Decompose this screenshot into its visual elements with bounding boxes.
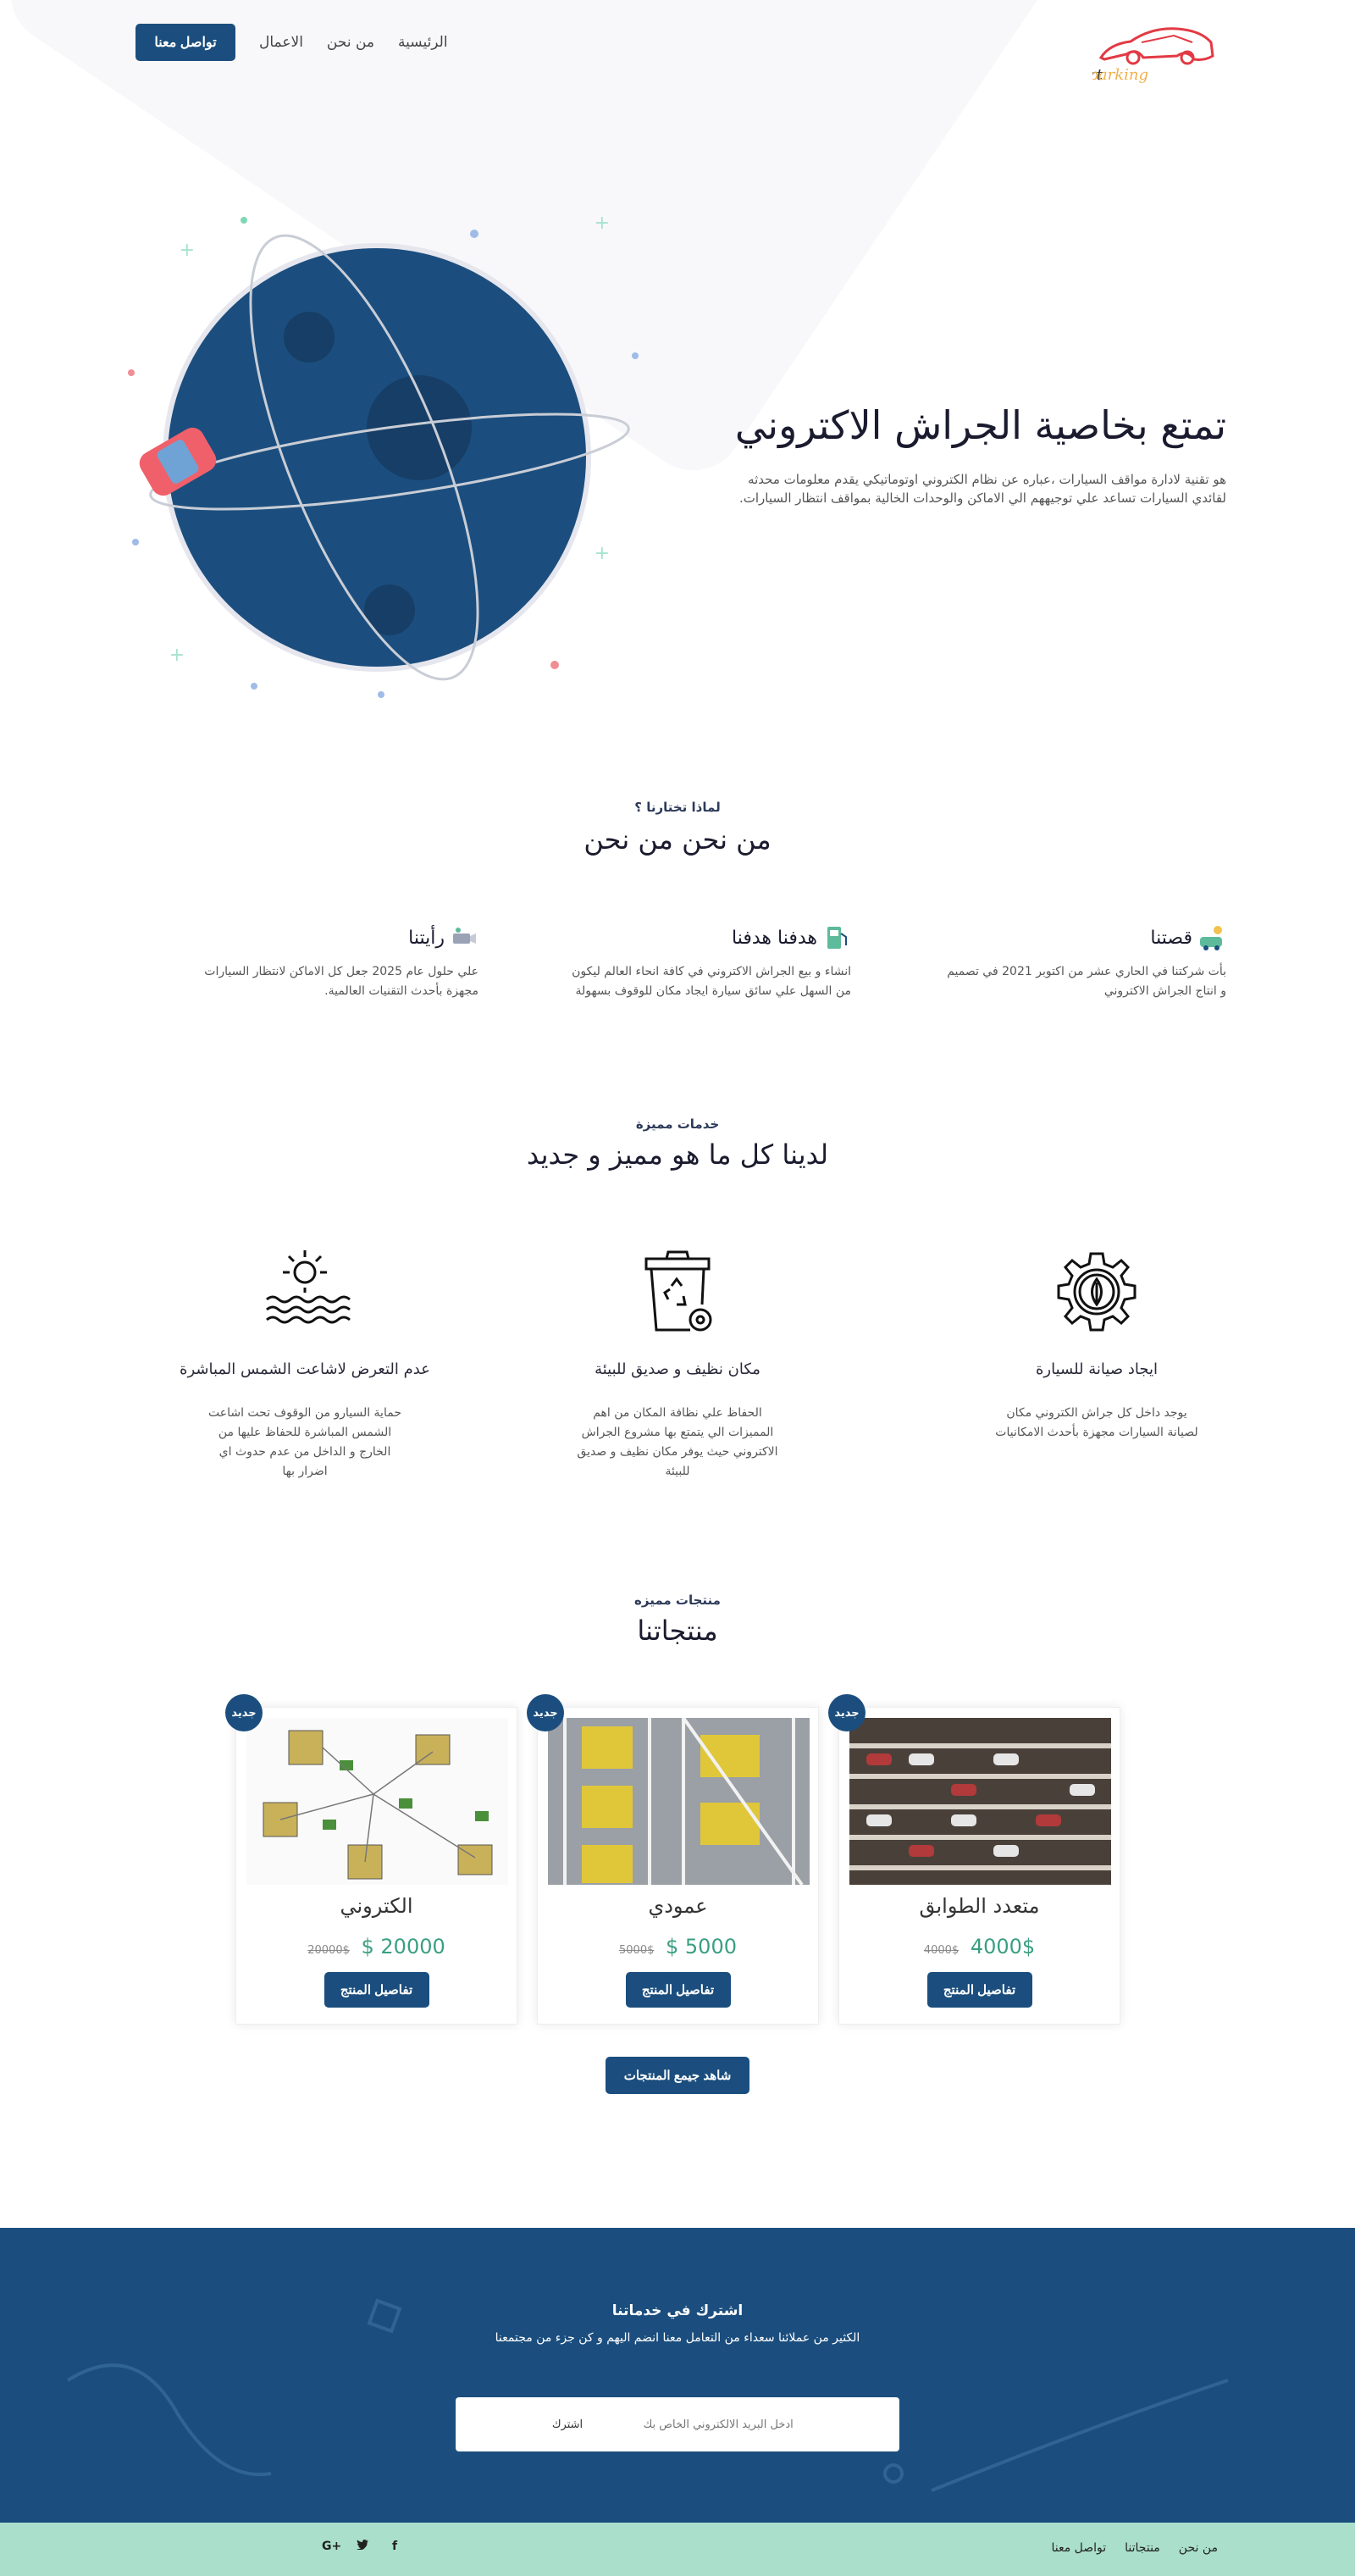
service-shade-text: حماية السيارو من الوقوف تحت اشاعت الشمس … (208, 1406, 401, 1478)
service-clean: مكان نظيف و صديق للبيئة الحفاظ علي نظافة… (550, 1245, 805, 1482)
nav-about[interactable]: من نحن (327, 34, 374, 51)
contact-button[interactable]: تواصل معنا (136, 24, 235, 61)
product-image-electronic (246, 1718, 508, 1885)
facebook-icon[interactable]: f (386, 2540, 403, 2553)
service-shade: عدم التعرض لاشاعت الشمس المباشرة حماية ا… (178, 1245, 432, 1482)
footer-link-about[interactable]: من نحن (1179, 2541, 1218, 2555)
services-kicker: خدمات مميزة (635, 1116, 720, 1132)
svg-text:parking: parking (1092, 66, 1148, 84)
about-goal-text: انشاء و بيع الجراش الاكتروني في كافة انح… (572, 965, 851, 998)
newsletter-section: اشترك في خدماتنا الكثير من عملائنا سعداء… (0, 2228, 1355, 2523)
new-badge: جديد (225, 1694, 263, 1731)
about-story-text: بأت شركتنا في الحاري عشر من اكتوبر 2021 … (947, 965, 1226, 998)
page: smart parking الرئيسية من نحن الاعمال تو… (0, 0, 1355, 2576)
service-clean-text: الحفاظ علي نظافة المكان من اهم المميزات … (577, 1406, 778, 1478)
subscribe-form: اشترك (456, 2397, 899, 2451)
product-name: عمودي (648, 1894, 708, 1918)
about-title: من نحن من نحن (583, 823, 772, 856)
product-details-button[interactable]: تفاصيل المنتج (324, 1972, 429, 2008)
hero-title: تمتع بخاصية الجراش الاكتروني (734, 402, 1226, 448)
about-vision: رأيتنا علي حلول عام 2025 جعل كل الاماكن … (191, 923, 478, 1001)
about-vision-text: علي حلول عام 2025 جعل كل الاماكن لانتظار… (204, 965, 478, 998)
gear-leaf-icon (1057, 1252, 1137, 1332)
product-card-multilevel: متعدد الطوابق 4000$ 4000$ تفاصيل المنتج (838, 1707, 1120, 2025)
about-story: قصتنا بأت شركتنا في الحاري عشر من اكتوبر… (938, 923, 1226, 1001)
products-title: منتجاتنا (637, 1615, 718, 1647)
new-badge: جديد (828, 1694, 866, 1731)
google-plus-icon[interactable]: G+ (322, 2540, 341, 2553)
product-details-button[interactable]: تفاصيل المنتج (625, 1972, 731, 2008)
about-vision-title: رأيتنا (408, 927, 445, 949)
footer-link-contact[interactable]: تواصل معنا (1051, 2541, 1106, 2555)
footer: من نحن منتجاتنا تواصل معنا G+ f (0, 2523, 1355, 2576)
footer-links: من نحن منتجاتنا تواصل معنا (1051, 2541, 1218, 2555)
newsletter-title: اشترك في خدماتنا (611, 2302, 744, 2319)
planet-illustration: + + + + (128, 213, 639, 698)
fuel-pump-icon (827, 927, 847, 949)
svg-text:+: + (595, 213, 610, 234)
service-maintenance-title: ايجاد صيانة للسيارة (1036, 1360, 1158, 1378)
old-price: 20000$ (307, 1944, 350, 1957)
product-price: 4000$ 4000$ (923, 1935, 1036, 1958)
newsletter-text: الكثير من عملائنا سعداء من التعامل معنا … (495, 2331, 860, 2345)
social-links: G+ f (322, 2540, 403, 2553)
recycle-bin-icon (644, 1250, 712, 1332)
nav-home[interactable]: الرئيسية (398, 34, 448, 51)
service-maintenance: ايجاد صيانة للسيارة يوجد داخل كل جراش ال… (970, 1245, 1224, 1443)
product-card-electronic: الكتروني 20000$ $ 20000 تفاصيل المنتج (235, 1707, 517, 2025)
product-price: 5000$ $ 5000 (619, 1935, 737, 1958)
product-price: 20000$ $ 20000 (307, 1935, 445, 1958)
footer-link-products[interactable]: منتجاتنا (1125, 2541, 1160, 2555)
view-all-products-button[interactable]: شاهد جيمع المنتجات (606, 2057, 749, 2094)
service-maintenance-text: يوجد داخل كل جراش الكتروني مكان لصيانة ا… (995, 1406, 1198, 1439)
service-clean-title: مكان نظيف و صديق للبيئة (595, 1360, 760, 1378)
svg-text:+: + (595, 543, 610, 564)
about-goal: هدفنا هدفنا انشاء و بيع الجراش الاكتروني… (563, 923, 851, 1001)
about-story-title: قصتنا (1150, 927, 1192, 949)
svg-text:+: + (169, 645, 185, 666)
old-price: 5000$ (619, 1944, 655, 1957)
header: smart parking الرئيسية من نحن الاعمال تو… (0, 0, 1355, 85)
service-shade-title: عدم التعرض لاشاعت الشمس المباشرة (180, 1360, 430, 1378)
product-details-button[interactable]: تفاصيل المنتج (926, 1972, 1032, 2008)
email-input[interactable] (633, 2418, 804, 2431)
about-goal-title: هدفنا هدفنا (731, 927, 817, 949)
hero-description: هو تقنية لادارة مواقف السيارات ،عباره عن… (738, 472, 1226, 506)
svg-text:+: + (180, 240, 195, 261)
subscribe-button[interactable]: اشترك (552, 2418, 583, 2431)
products-kicker: منتجات مميزه (634, 1593, 721, 1608)
services-title: لدينا كل ما هو مميز و جديد (526, 1138, 829, 1171)
new-badge: جديد (527, 1694, 564, 1731)
product-image-vertical (548, 1718, 810, 1885)
sun-sea-icon (266, 1250, 351, 1324)
product-name: متعدد الطوابق (919, 1894, 1040, 1918)
old-price: 4000$ (923, 1944, 960, 1957)
nav-works[interactable]: الاعمال (259, 34, 303, 51)
newsletter-decoration (66, 2298, 1229, 2492)
main-nav: الرئيسية من نحن الاعمال تواصل معنا (136, 24, 448, 61)
about-kicker: لماذا تختارنا ؟ (634, 800, 721, 815)
product-name: الكتروني (340, 1894, 413, 1918)
car-wash-icon (1200, 926, 1222, 950)
product-image-multilevel (849, 1718, 1111, 1885)
product-card-vertical: عمودي 5000$ $ 5000 تفاصيل المنتج (537, 1707, 819, 2025)
smart-parking-logo[interactable]: smart parking (1092, 19, 1220, 95)
twitter-icon[interactable] (354, 2540, 371, 2553)
camera-icon (453, 928, 476, 944)
